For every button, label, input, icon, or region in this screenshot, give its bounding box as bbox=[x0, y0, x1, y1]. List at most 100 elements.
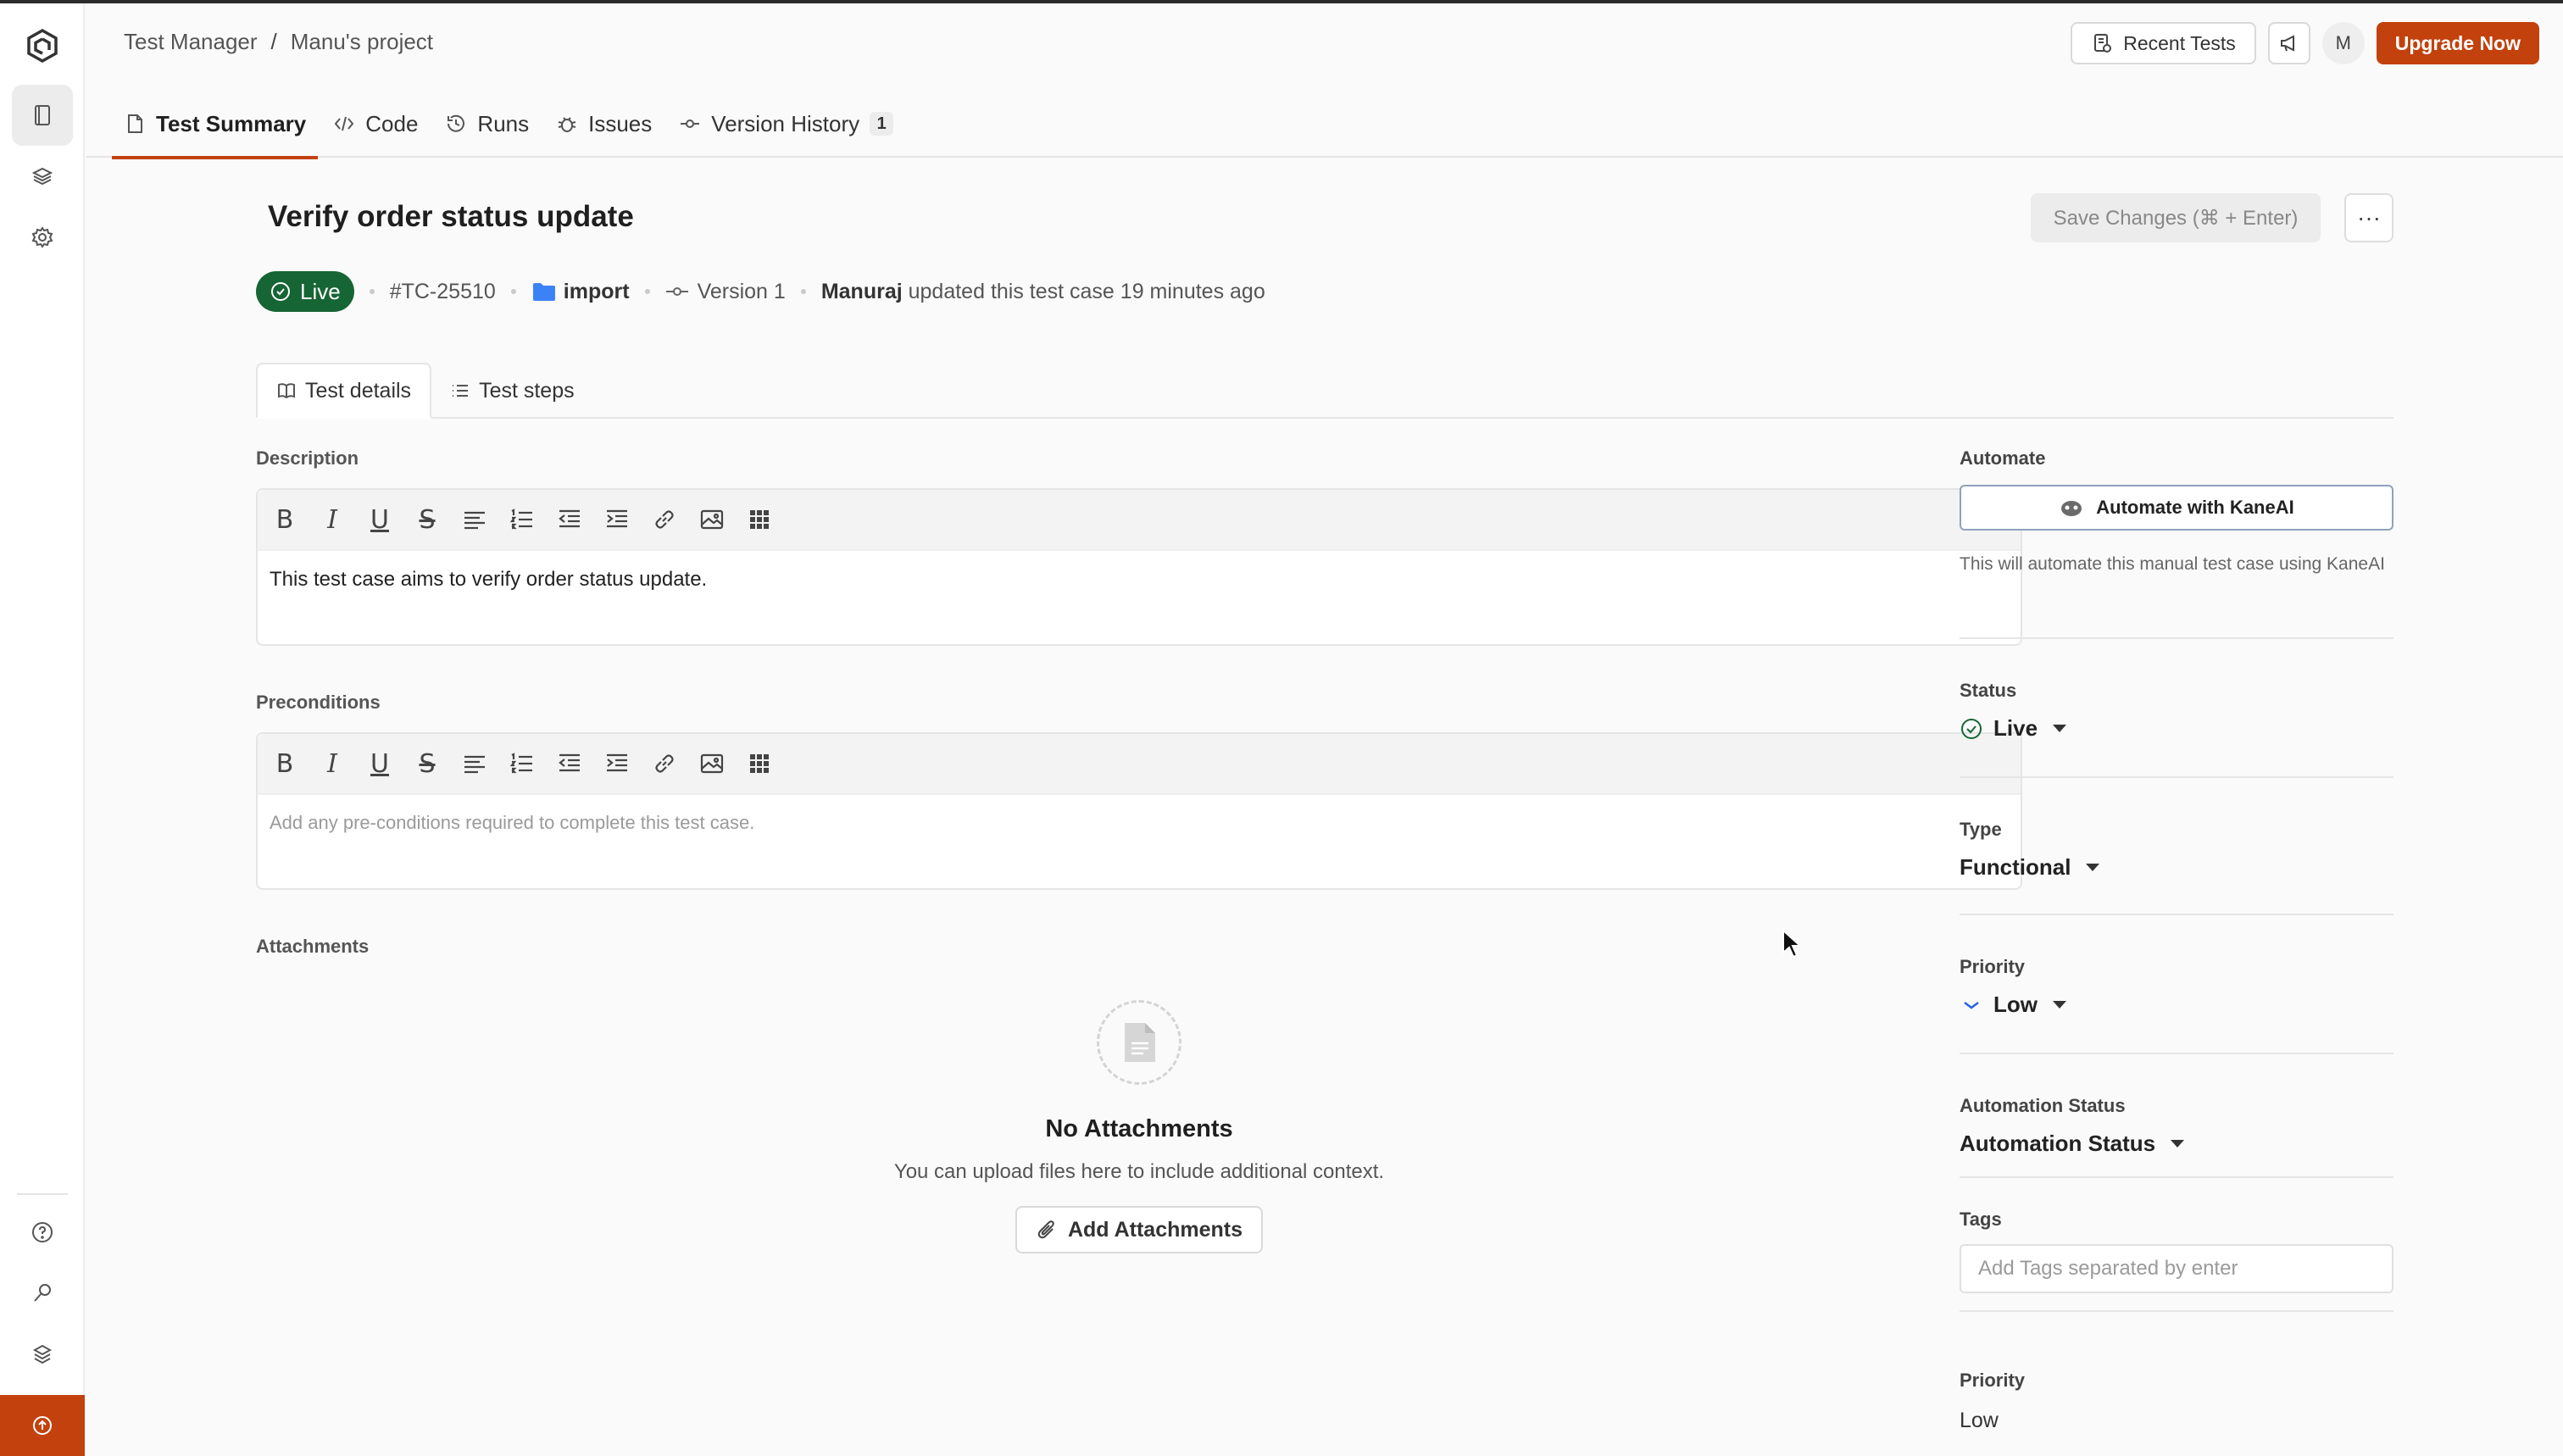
tab-test-steps[interactable]: Test steps bbox=[431, 363, 593, 419]
code-icon bbox=[334, 116, 354, 131]
underline-button[interactable]: U bbox=[364, 748, 395, 779]
tags-input[interactable]: Add Tags separated by enter bbox=[1960, 1244, 2393, 1293]
rail-layers[interactable] bbox=[12, 146, 73, 207]
automate-with-kaneai-button[interactable]: Automate with KaneAI bbox=[1960, 485, 2393, 531]
rail-divider bbox=[17, 1193, 68, 1195]
status-label: Status bbox=[1960, 680, 2017, 701]
paperclip-icon bbox=[1037, 1220, 1054, 1239]
indent-icon bbox=[607, 509, 627, 528]
header-actions: Recent Tests M Upgrade Now bbox=[2071, 22, 2539, 64]
preconditions-editor[interactable]: B I U S Add any pre-conditions required … bbox=[256, 732, 2022, 890]
preconditions-label: Preconditions bbox=[256, 692, 381, 713]
detail-tabs: Test details Test steps bbox=[256, 363, 2393, 419]
ordered-list-button[interactable] bbox=[507, 504, 537, 535]
italic-button[interactable]: I bbox=[317, 504, 347, 535]
indent-button[interactable] bbox=[602, 748, 632, 779]
strikethrough-button[interactable]: S bbox=[412, 748, 442, 779]
bold-button[interactable]: B bbox=[270, 748, 300, 779]
rail-search[interactable] bbox=[12, 1263, 73, 1324]
preconditions-toolbar: B I U S bbox=[258, 734, 2021, 795]
priority-readonly-value: Low bbox=[1960, 1409, 1999, 1432]
preconditions-placeholder[interactable]: Add any pre-conditions required to compl… bbox=[258, 795, 2021, 851]
strikethrough-button[interactable]: S bbox=[412, 504, 442, 535]
avatar[interactable]: M bbox=[2321, 22, 2365, 64]
tab-label: Test Summary bbox=[156, 110, 307, 136]
commit-icon bbox=[665, 287, 688, 296]
align-left-button[interactable] bbox=[459, 504, 490, 535]
priority-dropdown[interactable]: Low bbox=[1960, 992, 2393, 1018]
divider bbox=[1960, 1053, 2393, 1054]
description-text[interactable]: This test case aims to verify order stat… bbox=[258, 551, 2021, 609]
tab-code[interactable]: Code bbox=[320, 90, 431, 158]
breadcrumb-project[interactable]: Manu's project bbox=[291, 29, 433, 55]
outdent-icon bbox=[559, 509, 580, 528]
folder-link[interactable]: import bbox=[531, 280, 630, 304]
folder-icon bbox=[532, 283, 555, 301]
grid-icon bbox=[750, 754, 769, 773]
image-button[interactable] bbox=[697, 748, 727, 779]
bold-button[interactable]: B bbox=[270, 504, 300, 535]
outdent-button[interactable] bbox=[554, 748, 585, 779]
no-attachments-subtitle: You can upload files here to include add… bbox=[893, 1160, 1385, 1183]
automate-label: Automate bbox=[1960, 447, 2046, 469]
grid-icon bbox=[750, 510, 769, 529]
megaphone-icon bbox=[2280, 35, 2294, 52]
divider bbox=[1960, 1176, 2393, 1178]
tab-test-details[interactable]: Test details bbox=[256, 363, 432, 419]
app-logo[interactable] bbox=[12, 15, 73, 76]
history-icon bbox=[448, 114, 465, 132]
meta-separator bbox=[369, 289, 375, 294]
ordered-list-button[interactable] bbox=[507, 748, 537, 779]
rail-test-manager[interactable] bbox=[12, 85, 73, 146]
link-button[interactable] bbox=[649, 748, 680, 779]
table-button[interactable] bbox=[744, 504, 775, 535]
upgrade-now-button[interactable]: Upgrade Now bbox=[2376, 22, 2539, 64]
align-left-button[interactable] bbox=[459, 748, 490, 779]
save-changes-button[interactable]: Save Changes (⌘ + Enter) bbox=[2031, 193, 2321, 242]
file-icon bbox=[1125, 1023, 1155, 1062]
automate-button-label: Automate with KaneAI bbox=[2096, 497, 2294, 518]
rail-help[interactable] bbox=[12, 1202, 73, 1263]
type-dropdown[interactable]: Functional bbox=[1960, 854, 2393, 881]
recent-tests-icon bbox=[2094, 34, 2112, 53]
automation-status-label: Automation Status bbox=[1960, 1095, 2126, 1116]
status-dropdown[interactable]: Live bbox=[1960, 715, 2393, 742]
more-options-button[interactable]: ··· bbox=[2344, 193, 2393, 242]
attachment-placeholder-icon bbox=[1097, 1000, 1181, 1085]
description-editor[interactable]: B I U S This test case aims to verify or… bbox=[256, 488, 2022, 646]
chevron-down-icon bbox=[2053, 1001, 2066, 1009]
announcements-button[interactable] bbox=[2267, 22, 2310, 64]
tab-issues[interactable]: Issues bbox=[542, 90, 665, 158]
priority-value: Low bbox=[1993, 992, 2038, 1017]
list-icon bbox=[453, 385, 469, 397]
ordered-list-icon bbox=[509, 508, 532, 530]
image-button[interactable] bbox=[697, 504, 727, 535]
automation-status-dropdown[interactable]: Automation Status bbox=[1960, 1131, 2393, 1157]
breadcrumb-root[interactable]: Test Manager bbox=[124, 29, 258, 55]
table-button[interactable] bbox=[744, 748, 775, 779]
tab-version-history[interactable]: Version History 1 bbox=[665, 90, 907, 158]
underline-button[interactable]: U bbox=[364, 504, 395, 535]
outdent-button[interactable] bbox=[554, 504, 585, 535]
link-button[interactable] bbox=[649, 504, 680, 535]
status-badge[interactable]: Live bbox=[256, 271, 354, 312]
kaneai-icon bbox=[2061, 501, 2082, 516]
version-link[interactable]: Version 1 bbox=[665, 280, 786, 304]
add-attachments-button[interactable]: Add Attachments bbox=[1015, 1206, 1264, 1253]
rail-settings[interactable] bbox=[12, 207, 73, 268]
tab-test-summary[interactable]: Test Summary bbox=[110, 90, 320, 159]
link-icon bbox=[655, 510, 674, 529]
rail-upgrade[interactable] bbox=[0, 1395, 85, 1456]
key-icon bbox=[34, 1284, 51, 1302]
test-id: #TC-25510 bbox=[389, 279, 496, 303]
automation-status-section: Automation Status Automation Status bbox=[1960, 1095, 2393, 1157]
document-icon bbox=[128, 114, 142, 133]
chevron-low-icon bbox=[1964, 1001, 1979, 1009]
indent-button[interactable] bbox=[602, 504, 632, 535]
rail-integrations[interactable] bbox=[12, 1324, 73, 1385]
tab-runs[interactable]: Runs bbox=[431, 90, 542, 158]
commit-icon bbox=[681, 119, 700, 128]
indent-icon bbox=[607, 753, 627, 772]
italic-button[interactable]: I bbox=[317, 748, 347, 779]
recent-tests-button[interactable]: Recent Tests bbox=[2071, 22, 2256, 64]
